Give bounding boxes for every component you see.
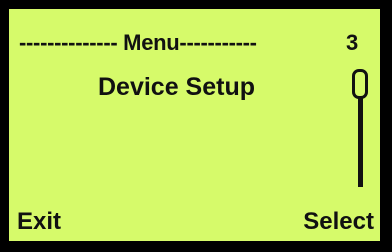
exit-button[interactable]: Exit <box>17 208 61 236</box>
page-number: 3 <box>346 30 359 55</box>
scrollbar-track[interactable] <box>358 87 363 187</box>
lcd-screen: -------------- Menu----------- 3 Device … <box>9 9 380 241</box>
scrollbar-thumb[interactable] <box>352 69 368 99</box>
menu-item-device-setup[interactable]: Device Setup <box>9 72 344 102</box>
menu-header: -------------- Menu----------- <box>19 30 257 55</box>
select-button[interactable]: Select <box>303 208 374 236</box>
